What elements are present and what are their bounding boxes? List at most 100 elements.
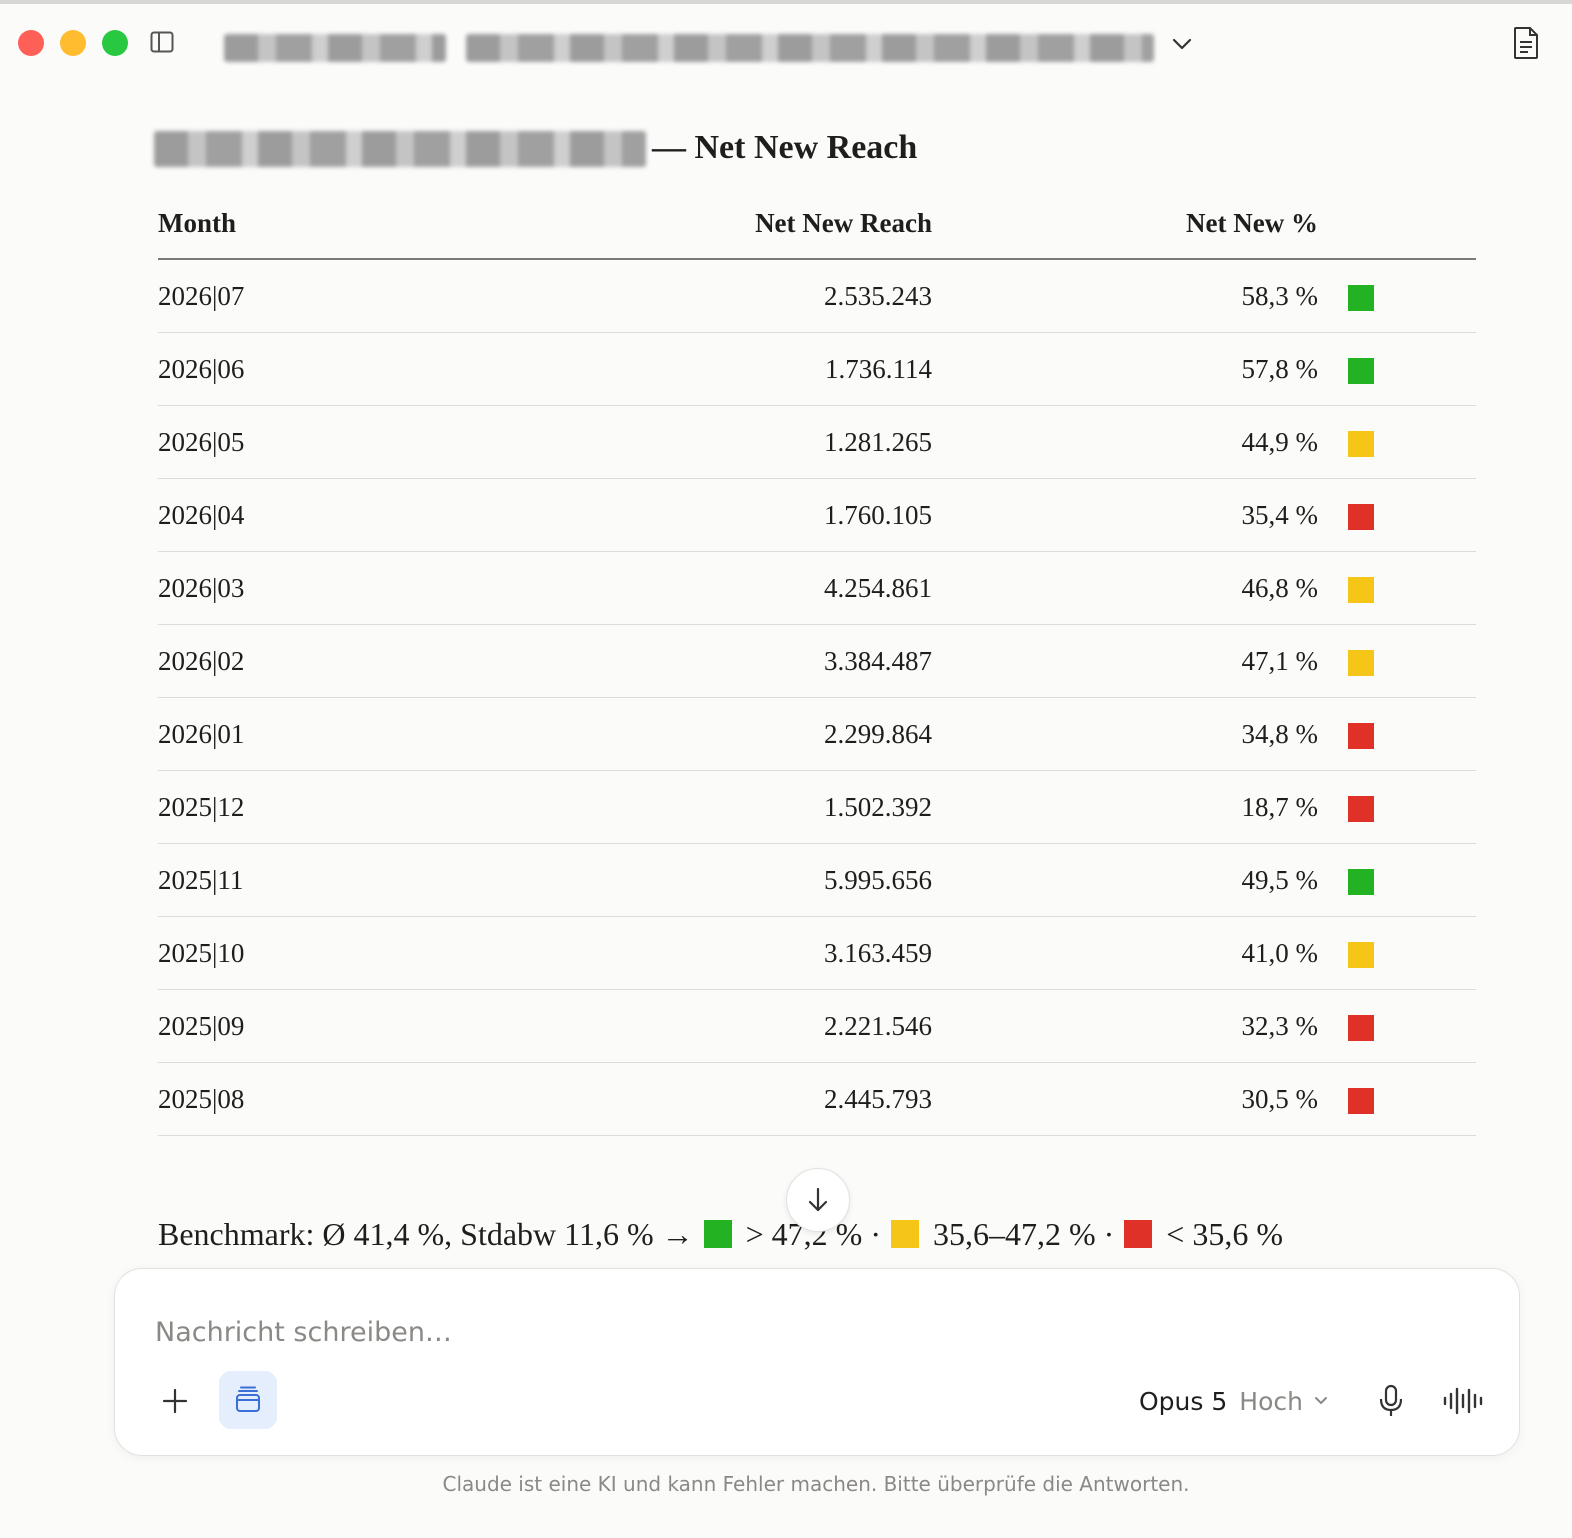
table-row: 2025|10 3.163.459 41,0 % (158, 916, 1476, 990)
microphone-icon (1379, 1384, 1403, 1416)
yellow-square-icon (1348, 431, 1374, 458)
table-row: 2026|01 2.299.864 34,8 % (158, 697, 1476, 771)
redacted-project-name (224, 34, 446, 62)
model-selector[interactable]: Opus 5 Hoch (1139, 1381, 1329, 1421)
table-row: 2025|11 5.995.656 49,5 % (158, 843, 1476, 917)
cell-net-new-reach: 1.736.114 (578, 332, 932, 406)
model-effort: Hoch (1239, 1386, 1303, 1416)
cell-net-new-reach: 2.445.793 (578, 1062, 932, 1136)
scroll-to-bottom-button[interactable] (786, 1168, 850, 1232)
document-icon[interactable] (1512, 26, 1540, 60)
cell-net-new-reach: 2.299.864 (578, 697, 932, 771)
cell-net-new-pct: 30,5 % (932, 1062, 1318, 1136)
cell-month: 2026|06 (158, 332, 578, 406)
voice-waveform-icon (1443, 1387, 1483, 1415)
table-row: 2026|05 1.281.265 44,9 % (158, 405, 1476, 479)
cell-month: 2026|01 (158, 697, 578, 771)
add-attachment-button[interactable] (155, 1381, 195, 1421)
cell-status (1318, 843, 1476, 917)
cell-status (1318, 624, 1476, 698)
cell-status (1318, 259, 1476, 333)
cell-net-new-reach: 1.760.105 (578, 478, 932, 552)
green-square-icon (1348, 285, 1374, 312)
table-row: 2026|03 4.254.861 46,8 % (158, 551, 1476, 625)
cell-net-new-pct: 57,8 % (932, 332, 1318, 406)
cell-status (1318, 478, 1476, 552)
cell-month: 2025|09 (158, 989, 578, 1063)
green-square-icon (1348, 358, 1374, 385)
plus-icon (162, 1388, 188, 1414)
project-box-icon (236, 1386, 260, 1412)
minimize-window-button[interactable] (60, 30, 86, 56)
disclaimer-text: Claude ist eine KI und kann Fehler mache… (442, 1472, 1190, 1496)
cell-net-new-pct: 41,0 % (932, 916, 1318, 990)
close-window-button[interactable] (18, 30, 44, 56)
benchmark-yellow-range: 35,6–47,2 % · (924, 1215, 1123, 1252)
yellow-square-icon (1348, 942, 1374, 969)
column-header-month: Month (158, 188, 578, 260)
response-heading: — Net New Reach (154, 122, 917, 174)
red-square-icon (1348, 1015, 1374, 1042)
cell-month: 2026|05 (158, 405, 578, 479)
cell-status (1318, 332, 1476, 406)
voice-mode-button[interactable] (1441, 1383, 1485, 1419)
cell-net-new-reach: 4.254.861 (578, 551, 932, 625)
app-window: — Net New Reach Month Net New Reach Net … (0, 4, 1572, 1538)
red-square-icon (1124, 1220, 1153, 1248)
cell-net-new-reach: 3.163.459 (578, 916, 932, 990)
cell-net-new-pct: 58,3 % (932, 259, 1318, 333)
cell-month: 2025|08 (158, 1062, 578, 1136)
model-name: Opus 5 (1139, 1386, 1228, 1416)
benchmark-line: Benchmark: Ø 41,4 %, Stdabw 11,6 % → > 4… (158, 1212, 1283, 1256)
table-row: 2026|04 1.760.105 35,4 % (158, 478, 1476, 552)
cell-month: 2026|03 (158, 551, 578, 625)
green-square-icon (703, 1220, 732, 1248)
cell-net-new-reach: 1.281.265 (578, 405, 932, 479)
cell-status (1318, 697, 1476, 771)
yellow-square-icon (890, 1220, 919, 1248)
message-input[interactable] (153, 1309, 1457, 1355)
column-header-status (1318, 188, 1476, 260)
net-new-reach-table: Month Net New Reach Net New % 2026|07 2.5… (158, 188, 1476, 1136)
cell-net-new-reach: 5.995.656 (578, 843, 932, 917)
table-row: 2026|02 3.384.487 47,1 % (158, 624, 1476, 698)
arrow-down-icon (808, 1187, 828, 1212)
table-row: 2026|06 1.736.114 57,8 % (158, 332, 1476, 406)
chevron-down-icon[interactable] (1170, 34, 1194, 54)
column-header-reach: Net New Reach (578, 188, 932, 260)
red-square-icon (1348, 504, 1374, 531)
maximize-window-button[interactable] (102, 30, 128, 56)
heading-title: — Net New Reach (652, 129, 918, 166)
benchmark-red-threshold: < 35,6 % (1158, 1215, 1283, 1252)
cell-month: 2025|12 (158, 770, 578, 844)
red-square-icon (1348, 723, 1374, 750)
cell-net-new-pct: 18,7 % (932, 770, 1318, 844)
cell-month: 2026|07 (158, 259, 578, 333)
yellow-square-icon (1348, 577, 1374, 604)
cell-net-new-pct: 35,4 % (932, 478, 1318, 552)
cell-month: 2025|10 (158, 916, 578, 990)
message-composer: Opus 5 Hoch (114, 1268, 1520, 1456)
dictation-button[interactable] (1375, 1381, 1407, 1421)
cell-status (1318, 989, 1476, 1063)
red-square-icon (1348, 796, 1374, 823)
cell-net-new-pct: 32,3 % (932, 989, 1318, 1063)
cell-status (1318, 916, 1476, 990)
project-button[interactable] (219, 1371, 277, 1429)
cell-month: 2026|04 (158, 478, 578, 552)
redacted-chat-title[interactable] (466, 34, 1154, 62)
yellow-square-icon (1348, 650, 1374, 677)
cell-status (1318, 770, 1476, 844)
table-row: 2025|12 1.502.392 18,7 % (158, 770, 1476, 844)
cell-net-new-pct: 46,8 % (932, 551, 1318, 625)
redacted-heading-prefix (154, 129, 646, 167)
table-row: 2025|08 2.445.793 30,5 % (158, 1062, 1476, 1136)
cell-net-new-pct: 49,5 % (932, 843, 1318, 917)
sidebar-toggle-icon[interactable] (150, 31, 174, 53)
title-bar (0, 4, 1572, 84)
cell-net-new-reach: 2.535.243 (578, 259, 932, 333)
cell-net-new-reach: 2.221.546 (578, 989, 932, 1063)
table-header-row: Month Net New Reach Net New % (158, 188, 1476, 260)
cell-net-new-pct: 34,8 % (932, 697, 1318, 771)
cell-status (1318, 551, 1476, 625)
